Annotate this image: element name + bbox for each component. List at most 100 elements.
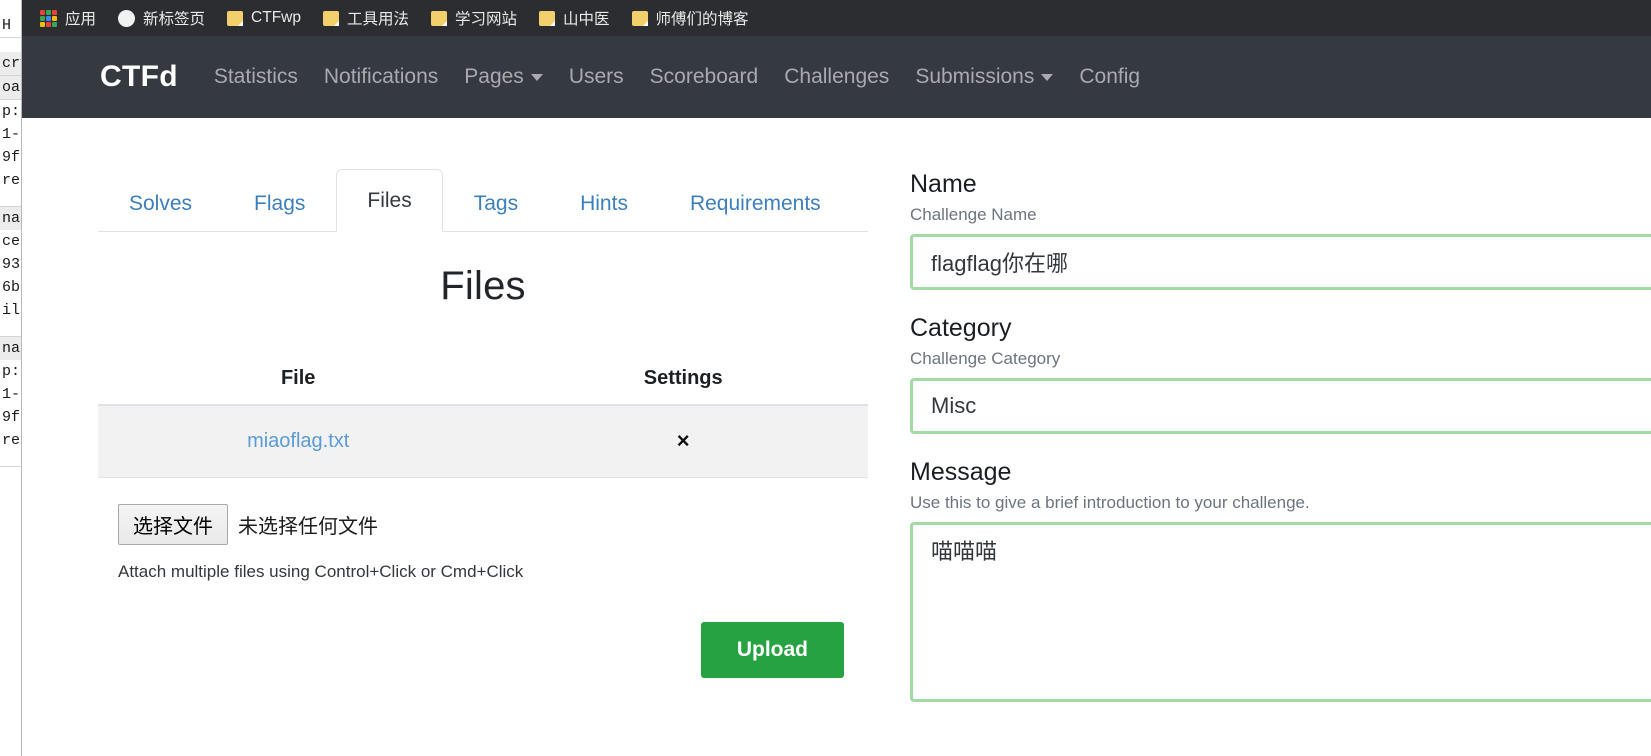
bg-text-line: 1- — [2, 386, 21, 403]
name-field-label: Name — [910, 170, 977, 198]
brand-logo[interactable]: CTFd — [100, 60, 178, 94]
tab-hints[interactable]: Hints — [549, 176, 659, 231]
nav-item-label: Statistics — [213, 65, 298, 88]
chevron-down-icon — [1041, 73, 1054, 81]
background-window: H cry oa p: 1- 9f re nab ce 93 6b il nab… — [0, 0, 22, 756]
bookmark-shanzhongyi[interactable]: 山中医 — [539, 7, 610, 29]
bg-text-line: 1- — [2, 126, 21, 143]
bg-text-line: H — [2, 17, 12, 34]
challenge-category-input[interactable] — [910, 378, 1651, 434]
bookmark-label: CTFwp — [251, 9, 301, 26]
ctfd-navbar: CTFd Statistics Notifications Pages User… — [22, 36, 1651, 118]
bg-text-line: il — [2, 302, 21, 319]
tab-solves[interactable]: Solves — [98, 176, 223, 231]
nav-item-scoreboard[interactable]: Scoreboard — [650, 65, 759, 89]
bg-text-line: re — [2, 172, 21, 189]
delete-file-icon[interactable]: × — [677, 428, 690, 453]
nav-item-users[interactable]: Users — [569, 65, 624, 89]
tab-label: Hints — [580, 191, 628, 215]
bookmark-label: 工具用法 — [346, 11, 409, 28]
tab-requirements[interactable]: Requirements — [659, 176, 852, 231]
column-header-file: File — [98, 357, 499, 406]
new-tab-circle-icon — [118, 9, 136, 27]
nav-item-challenges[interactable]: Challenges — [784, 65, 889, 89]
field-group-message: Message Use this to give a brief introdu… — [910, 458, 1651, 707]
file-selection-status: 未选择任何文件 — [238, 516, 378, 538]
upload-button-wrapper: Upload — [98, 622, 868, 678]
folder-icon — [631, 10, 648, 26]
message-field-label: Message — [910, 458, 1012, 486]
bg-text-line: nab — [0, 337, 21, 360]
apps-grid-icon — [40, 9, 57, 27]
bookmark-label: 山中医 — [563, 11, 610, 28]
table-header: File Settings — [98, 357, 868, 406]
bookmark-label: 应用 — [65, 11, 97, 28]
bookmark-blogs[interactable]: 师傅们的博客 — [631, 7, 749, 29]
nav-item-statistics[interactable]: Statistics — [214, 65, 298, 89]
nav-item-label: Scoreboard — [649, 65, 759, 88]
file-link[interactable]: miaoflag.txt — [247, 430, 349, 452]
divider — [0, 466, 21, 467]
tab-label: Files — [367, 188, 412, 212]
files-table: File Settings miaoflag.txt × — [98, 357, 868, 478]
bookmark-label: 师傅们的博客 — [655, 11, 749, 28]
nav-item-submissions[interactable]: Submissions — [915, 65, 1054, 89]
attach-help-text: Attach multiple files using Control+Clic… — [118, 562, 524, 581]
choose-file-button[interactable]: 选择文件 — [118, 504, 228, 545]
bg-text-line: nab — [0, 207, 21, 230]
challenge-form: Name Challenge Name Category Challenge C… — [910, 170, 1651, 731]
tab-tags[interactable]: Tags — [443, 176, 549, 231]
bg-text-line: 9f — [2, 149, 21, 166]
bg-text-line: oa — [0, 76, 21, 99]
message-field-help: Use this to give a brief introduction to… — [910, 493, 1310, 512]
folder-icon — [227, 10, 244, 26]
bg-text-line: 9f — [2, 409, 21, 426]
bg-text-line: 93 — [2, 256, 21, 273]
bg-text-line: p: — [2, 103, 21, 120]
nav-item-pages[interactable]: Pages — [464, 65, 543, 89]
challenge-message-textarea[interactable]: 喵喵喵 — [910, 522, 1651, 702]
bookmark-study-sites[interactable]: 学习网站 — [431, 7, 517, 29]
folder-icon — [431, 10, 447, 26]
tab-label: Solves — [129, 191, 193, 215]
column-header-settings: Settings — [498, 357, 868, 406]
page-title: Files — [440, 264, 526, 308]
folder-icon — [539, 10, 556, 26]
category-field-help: Challenge Category — [910, 349, 1061, 368]
bg-text-line: cry — [0, 52, 21, 75]
upload-button[interactable]: Upload — [700, 622, 844, 678]
bookmark-new-tab[interactable]: 新标签页 — [118, 7, 205, 29]
bookmark-apps[interactable]: 应用 — [40, 7, 96, 29]
tab-files[interactable]: Files — [336, 168, 443, 232]
bg-text-line: re — [2, 432, 21, 449]
bookmark-ctfwp[interactable]: CTFwp — [227, 9, 301, 27]
tab-label: Tags — [473, 191, 519, 215]
table-body: miaoflag.txt × — [98, 405, 868, 478]
chevron-down-icon — [530, 73, 543, 81]
file-picker-row: 选择文件 未选择任何文件 — [98, 504, 868, 545]
bg-text-line: p: — [2, 363, 21, 380]
nav-item-label: Users — [568, 65, 624, 88]
bookmark-label: 新标签页 — [143, 11, 206, 28]
table-row: miaoflag.txt × — [98, 405, 868, 478]
nav-item-label: Pages — [464, 65, 524, 88]
nav-item-label: Challenges — [784, 65, 890, 88]
category-field-label: Category — [910, 314, 1012, 342]
field-group-name: Name Challenge Name — [910, 170, 1651, 290]
page-body: Solves Flags Files Tags Hints Requiremen… — [22, 118, 1651, 756]
challenge-name-input[interactable] — [910, 234, 1651, 290]
challenge-detail-panel: Solves Flags Files Tags Hints Requiremen… — [98, 168, 868, 678]
nav-item-config[interactable]: Config — [1079, 65, 1140, 89]
bg-text-line: ce — [2, 233, 21, 250]
browser-bookmarks-bar: 应用 新标签页 CTFwp 工具用法 学习网站 山中医 师傅们的博客 — [22, 0, 1651, 36]
name-field-help: Challenge Name — [910, 205, 1037, 224]
tab-flags[interactable]: Flags — [223, 176, 336, 231]
field-group-category: Category Challenge Category — [910, 314, 1651, 434]
bg-text-line: 6b — [2, 279, 21, 296]
tab-label: Flags — [254, 191, 306, 215]
nav-item-notifications[interactable]: Notifications — [324, 65, 438, 89]
nav-item-label: Submissions — [915, 65, 1035, 88]
bookmark-tools[interactable]: 工具用法 — [322, 7, 409, 29]
cell-file: miaoflag.txt — [98, 405, 499, 478]
cell-settings: × — [498, 405, 868, 478]
